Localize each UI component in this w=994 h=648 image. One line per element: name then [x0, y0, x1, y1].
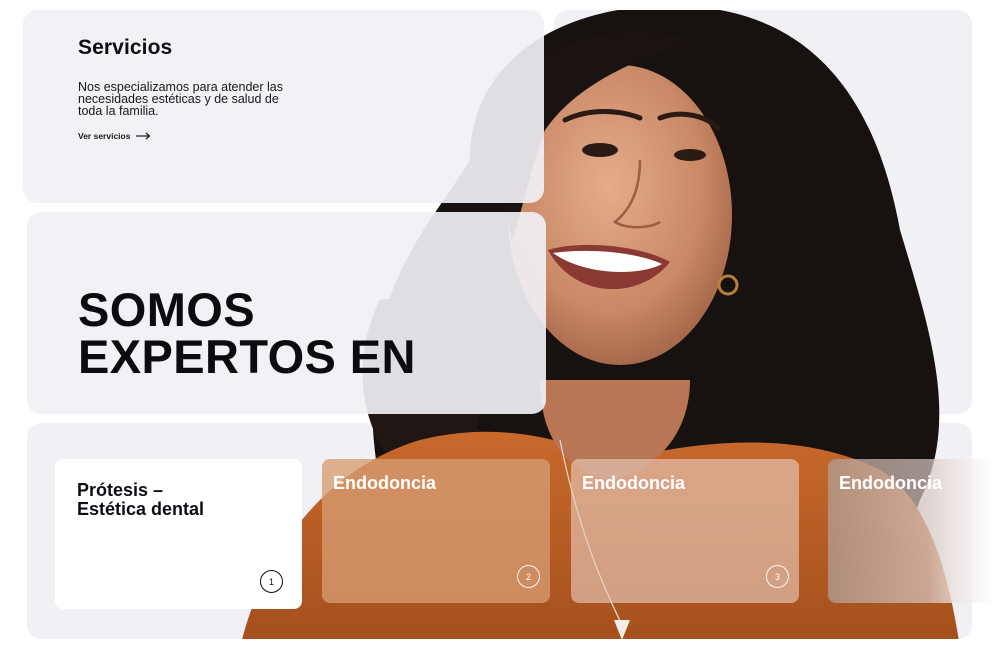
service-card-3[interactable]: Endodoncia 3 [571, 459, 799, 603]
services-title: Servicios [78, 36, 173, 59]
service-card-1[interactable]: Prótesis – Estética dental 1 [55, 459, 302, 609]
services-description: Nos especializamos para atender las nece… [78, 80, 283, 118]
service-card-2[interactable]: Endodoncia 2 [322, 459, 550, 603]
service-card-4[interactable]: Endodoncia [828, 459, 994, 603]
service-card-title: Endodoncia [333, 473, 436, 493]
service-card-number: 3 [766, 565, 789, 588]
service-card-title: Endodoncia [582, 473, 685, 493]
hero-heading-panel: SOMOS EXPERTOS EN [27, 212, 546, 414]
arrow-right-icon [136, 132, 151, 140]
service-card-title: Prótesis – Estética dental [77, 480, 205, 519]
view-services-label: Ver servicios [78, 131, 131, 141]
service-card-number: 2 [517, 565, 540, 588]
hero-heading: SOMOS EXPERTOS EN [78, 283, 416, 383]
services-intro-panel: Servicios Nos especializamos para atende… [23, 10, 544, 203]
service-card-number: 1 [260, 570, 283, 593]
service-card-title: Endodoncia [839, 473, 942, 493]
view-services-link[interactable]: Ver servicios [78, 131, 151, 141]
